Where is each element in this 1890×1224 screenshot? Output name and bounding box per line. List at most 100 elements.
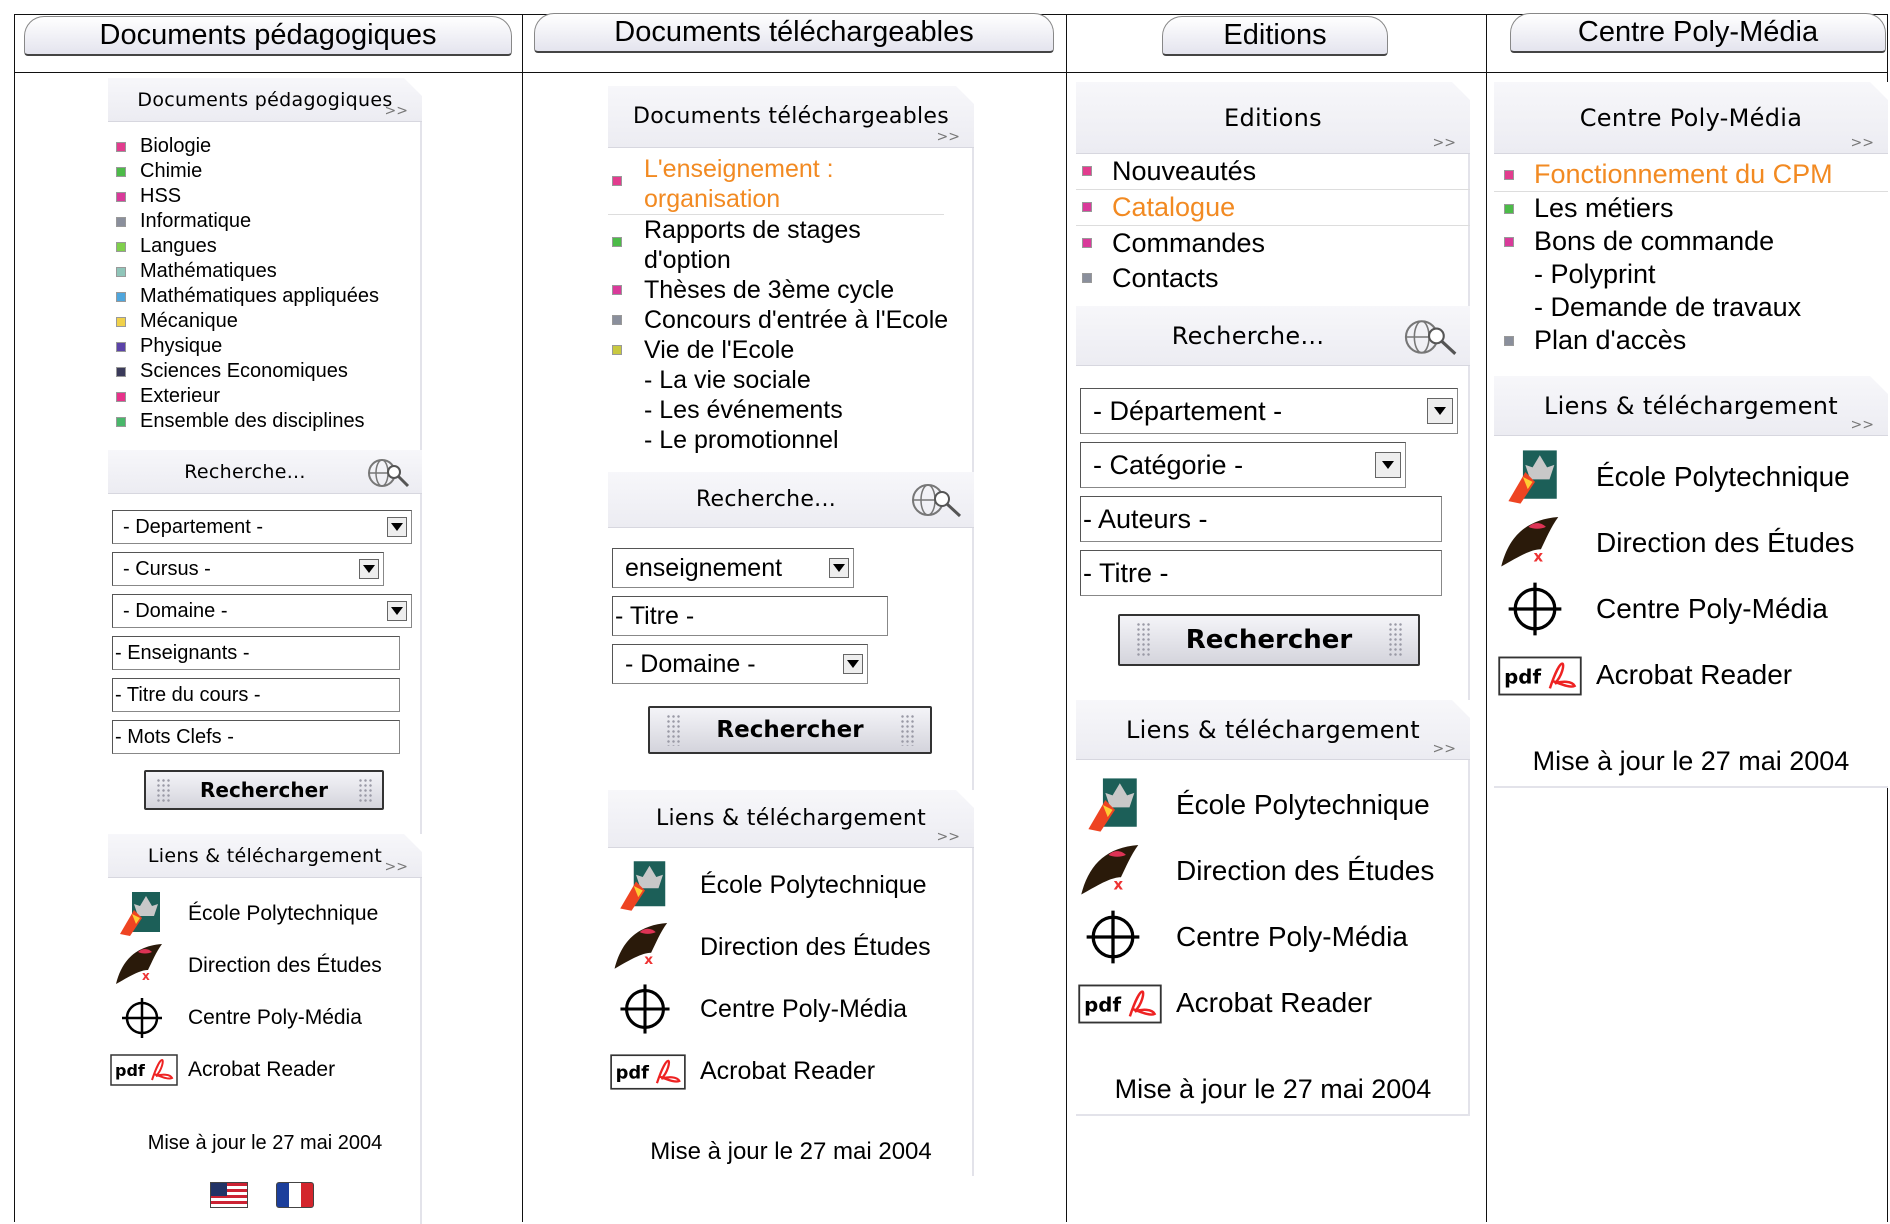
list-item[interactable]: Ensemble des disciplines bbox=[108, 409, 422, 434]
search-button[interactable]: Rechercher bbox=[144, 770, 384, 810]
link-centre-poly-media[interactable]: Centre Poly-Média bbox=[1494, 576, 1888, 642]
list-item[interactable]: Sciences Economiques bbox=[108, 359, 422, 384]
link-centre-poly-media[interactable]: Centre Poly-Média bbox=[608, 978, 974, 1040]
link-direction-des-etudes[interactable]: x Direction des Études bbox=[108, 940, 422, 992]
link-label: Centre Poly-Média bbox=[1596, 593, 1828, 624]
course-title-field[interactable]: - Titre du cours - bbox=[112, 678, 400, 712]
link-ecole-polytechnique[interactable]: École Polytechnique bbox=[1494, 444, 1888, 510]
more-link[interactable]: >> bbox=[385, 859, 408, 875]
more-link[interactable]: >> bbox=[1851, 417, 1874, 433]
list-item[interactable]: Commandes bbox=[1076, 226, 1470, 261]
links-title: Liens & téléchargement bbox=[1125, 715, 1421, 744]
more-link[interactable]: >> bbox=[937, 129, 960, 145]
french-flag-icon[interactable] bbox=[276, 1182, 314, 1208]
sub-list-item[interactable]: - Polyprint bbox=[1494, 258, 1888, 291]
list-item-active[interactable]: L'enseignement : organisation bbox=[608, 154, 944, 215]
authors-field[interactable]: - Auteurs - bbox=[1080, 496, 1442, 542]
bullet-icon bbox=[1082, 166, 1092, 176]
more-link[interactable]: >> bbox=[385, 103, 408, 119]
ecole-polytechnique-logo-icon bbox=[1508, 450, 1557, 504]
category-select[interactable]: - Catégorie - bbox=[1080, 442, 1406, 488]
list-item[interactable]: Mathématiques bbox=[108, 259, 422, 284]
more-link[interactable]: >> bbox=[1433, 741, 1456, 757]
link-centre-poly-media[interactable]: Centre Poly-Média bbox=[1076, 904, 1470, 970]
tab-centre-poly-media[interactable]: Centre Poly-Média bbox=[1510, 13, 1886, 53]
tab-documents-pedagogiques[interactable]: Documents pédagogiques bbox=[24, 16, 512, 56]
list-item[interactable]: Mécanique bbox=[108, 309, 422, 334]
ecole-polytechnique-logo-icon bbox=[120, 892, 160, 936]
tab-documents-telechargeables[interactable]: Documents téléchargeables bbox=[534, 13, 1054, 53]
list-item[interactable]: Biologie bbox=[108, 134, 422, 159]
section-title: Documents pédagogiques bbox=[137, 88, 393, 111]
link-label: École Polytechnique bbox=[700, 870, 927, 899]
crosshair-icon bbox=[122, 998, 162, 1038]
link-direction-des-etudes[interactable]: x Direction des Études bbox=[608, 916, 974, 978]
link-label: Centre Poly-Média bbox=[188, 1006, 362, 1029]
bullet-icon bbox=[612, 237, 622, 247]
link-centre-poly-media[interactable]: Centre Poly-Média bbox=[108, 992, 422, 1044]
department-select[interactable]: - Département - bbox=[1080, 388, 1458, 434]
list-item[interactable]: Contacts bbox=[1076, 261, 1470, 296]
list-item[interactable]: Informatique bbox=[108, 209, 422, 234]
sub-list-item[interactable]: - Le promotionnel bbox=[608, 425, 974, 455]
list-item[interactable]: Chimie bbox=[108, 159, 422, 184]
update-date: Mise à jour le 27 mai 2004 bbox=[650, 1138, 932, 1165]
link-ecole-polytechnique[interactable]: École Polytechnique bbox=[108, 888, 422, 940]
list-item-active[interactable]: Fonctionnement du CPM bbox=[1494, 158, 1888, 192]
link-label: Direction des Études bbox=[1176, 855, 1435, 886]
list-item[interactable]: Rapports de stages d'option bbox=[608, 215, 944, 275]
list-item[interactable]: HSS bbox=[108, 184, 422, 209]
title-field[interactable]: - Titre - bbox=[1080, 550, 1442, 596]
svg-text:pdf: pdf bbox=[1504, 665, 1541, 688]
more-link[interactable]: >> bbox=[937, 829, 960, 845]
list-item[interactable]: Nouveautés bbox=[1076, 154, 1470, 190]
tab-editions[interactable]: Editions bbox=[1162, 16, 1388, 56]
list-item[interactable]: Exterieur bbox=[108, 384, 422, 409]
sub-list-item[interactable]: - Demande de travaux bbox=[1494, 291, 1888, 324]
link-acrobat-reader[interactable]: pdf Acrobat Reader bbox=[1076, 970, 1470, 1036]
link-acrobat-reader[interactable]: pdf Acrobat Reader bbox=[108, 1044, 422, 1096]
more-link[interactable]: >> bbox=[1851, 135, 1874, 151]
list-item[interactable]: Concours d'entrée à l'Ecole bbox=[608, 305, 974, 335]
section-title: Editions bbox=[1224, 103, 1322, 132]
english-flag-icon[interactable] bbox=[210, 1182, 248, 1208]
sub-list-item[interactable]: - Les événements bbox=[608, 395, 974, 425]
department-select[interactable]: - Departement - bbox=[112, 510, 412, 544]
link-acrobat-reader[interactable]: pdf Acrobat Reader bbox=[608, 1040, 974, 1102]
link-direction-des-etudes[interactable]: x Direction des Études bbox=[1494, 510, 1888, 576]
keywords-field[interactable]: - Mots Clefs - bbox=[112, 720, 400, 754]
teachers-field[interactable]: - Enseignants - bbox=[112, 636, 400, 670]
link-ecole-polytechnique[interactable]: École Polytechnique bbox=[1076, 772, 1470, 838]
list-item[interactable]: Physique bbox=[108, 334, 422, 359]
link-label: École Polytechnique bbox=[188, 902, 379, 925]
domain-select[interactable]: - Domaine - bbox=[112, 594, 412, 628]
ecole-polytechnique-logo-icon bbox=[620, 861, 666, 911]
list-item[interactable]: Plan d'accès bbox=[1494, 324, 1888, 357]
section-title: Centre Poly-Média bbox=[1579, 103, 1803, 132]
link-direction-des-etudes[interactable]: x Direction des Études bbox=[1076, 838, 1470, 904]
list-item[interactable]: Bons de commande bbox=[1494, 225, 1888, 258]
bullet-icon bbox=[116, 167, 126, 177]
title-field[interactable]: - Titre - bbox=[612, 596, 888, 636]
search-title: Recherche... bbox=[695, 487, 837, 512]
sub-list-item[interactable]: - La vie sociale bbox=[608, 365, 974, 395]
list-item[interactable]: Les métiers bbox=[1494, 192, 1888, 225]
link-ecole-polytechnique[interactable]: École Polytechnique bbox=[608, 854, 974, 916]
download-list: L'enseignement : organisation Rapports d… bbox=[608, 154, 974, 455]
category-select[interactable]: enseignement bbox=[612, 548, 854, 588]
domain-select[interactable]: - Domaine - bbox=[612, 644, 868, 684]
link-acrobat-reader[interactable]: pdf Acrobat Reader bbox=[1494, 642, 1888, 708]
list-item-active[interactable]: Catalogue bbox=[1076, 190, 1470, 226]
more-link[interactable]: >> bbox=[1433, 135, 1456, 151]
bicorne-hat-icon: x bbox=[116, 944, 162, 984]
list-item[interactable]: Langues bbox=[108, 234, 422, 259]
bullet-icon bbox=[116, 417, 126, 427]
list-item[interactable]: Vie de l'Ecole bbox=[608, 335, 974, 365]
link-label: Acrobat Reader bbox=[700, 1056, 876, 1085]
chevron-down-icon bbox=[387, 517, 407, 537]
cursus-select[interactable]: - Cursus - bbox=[112, 552, 384, 586]
search-button[interactable]: Rechercher bbox=[1118, 614, 1420, 666]
list-item[interactable]: Mathématiques appliquées bbox=[108, 284, 422, 309]
list-item[interactable]: Thèses de 3ème cycle bbox=[608, 275, 974, 305]
search-button[interactable]: Rechercher bbox=[648, 706, 932, 754]
